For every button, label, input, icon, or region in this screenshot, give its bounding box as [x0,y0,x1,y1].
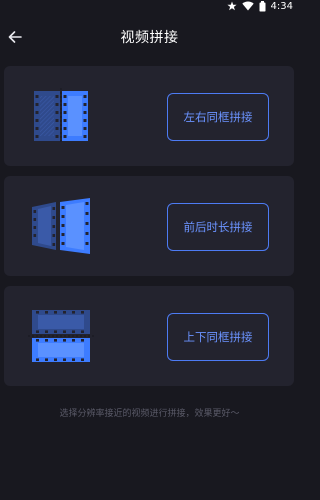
top-bottom-split-icon [28,310,94,362]
top-bottom-split-button[interactable]: 上下同框拼接 [167,313,269,361]
back-button[interactable] [4,26,26,48]
status-time: 4:34 [270,0,293,12]
back-arrow-icon [8,31,22,43]
star-icon [226,1,237,11]
side-by-side-split-button[interactable]: 左右同框拼接 [167,93,269,141]
app-header: 视频拼接 [0,22,299,52]
resolution-hint: 选择分辨率接近的视频进行拼接，效果更好～ [59,409,240,419]
battery-icon [259,0,266,11]
option-card-side-by-side: 左右同框拼接 [4,66,294,166]
status-bar: 4:34 [0,0,299,12]
option-card-top-bottom: 上下同框拼接 [4,286,294,386]
option-card-timeline: 前后时长拼接 [4,176,294,276]
timeline-split-button[interactable]: 前后时长拼接 [167,203,269,251]
side-by-side-split-icon [34,88,88,144]
wifi-icon [241,1,254,11]
page-title: 视频拼接 [120,30,179,46]
timeline-split-icon [32,198,90,254]
